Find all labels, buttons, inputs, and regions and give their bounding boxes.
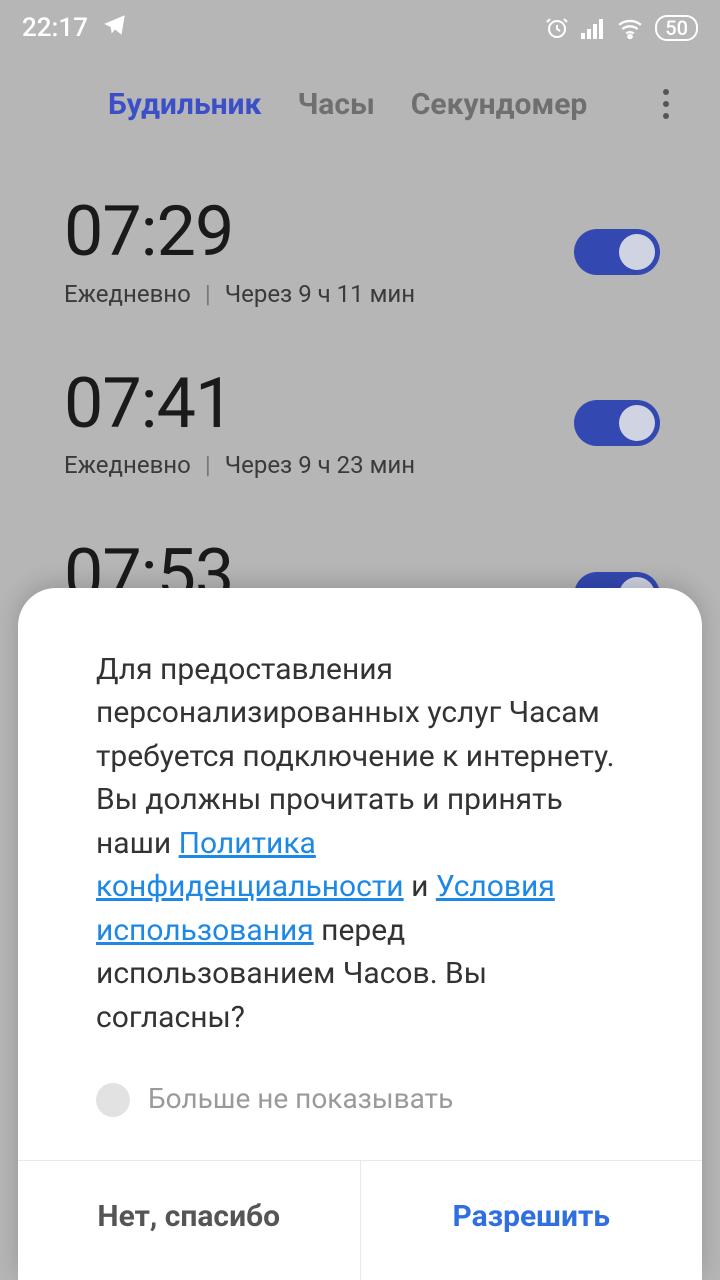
alarm-item[interactable]: 07:29 Ежедневно | Через 9 ч 11 мин (0, 166, 720, 338)
dont-show-label: Больше не показывать (148, 1079, 453, 1120)
consent-dialog: Для предоставления персонализированных у… (18, 588, 702, 1280)
alarm-repeat: Ежедневно (64, 451, 191, 479)
dont-show-again-row[interactable]: Больше не показывать (96, 1079, 624, 1120)
tab-bar: Будильник Часы Секундомер (0, 56, 720, 154)
alarm-until: Через 9 ч 11 мин (225, 280, 415, 308)
alarm-time: 07:29 (64, 196, 415, 270)
alarm-item[interactable]: 07:41 Ежедневно | Через 9 ч 23 мин (0, 338, 720, 510)
alarm-toggle[interactable] (574, 400, 660, 446)
battery-indicator: 50 (655, 15, 698, 41)
signal-icon (581, 17, 605, 39)
divider: | (205, 280, 211, 308)
decline-button[interactable]: Нет, спасибо (18, 1161, 361, 1280)
accept-button[interactable]: Разрешить (361, 1161, 703, 1280)
telegram-icon (102, 12, 128, 45)
status-time: 22:17 (22, 13, 88, 43)
status-bar: 22:17 50 (0, 0, 720, 56)
tab-stopwatch[interactable]: Секундомер (411, 87, 588, 122)
radio-empty-icon[interactable] (96, 1083, 130, 1117)
alarm-until: Через 9 ч 23 мин (225, 451, 415, 479)
divider: | (205, 451, 211, 479)
tab-clock[interactable]: Часы (297, 87, 374, 122)
wifi-icon (617, 17, 643, 39)
alarm-repeat: Ежедневно (64, 280, 191, 308)
tab-alarm[interactable]: Будильник (108, 87, 261, 122)
alarm-icon (545, 16, 569, 40)
alarm-toggle[interactable] (574, 229, 660, 275)
alarm-time: 07:41 (64, 368, 415, 442)
more-menu-icon[interactable] (650, 84, 682, 124)
dialog-text: Для предоставления персонализированных у… (96, 652, 615, 1035)
